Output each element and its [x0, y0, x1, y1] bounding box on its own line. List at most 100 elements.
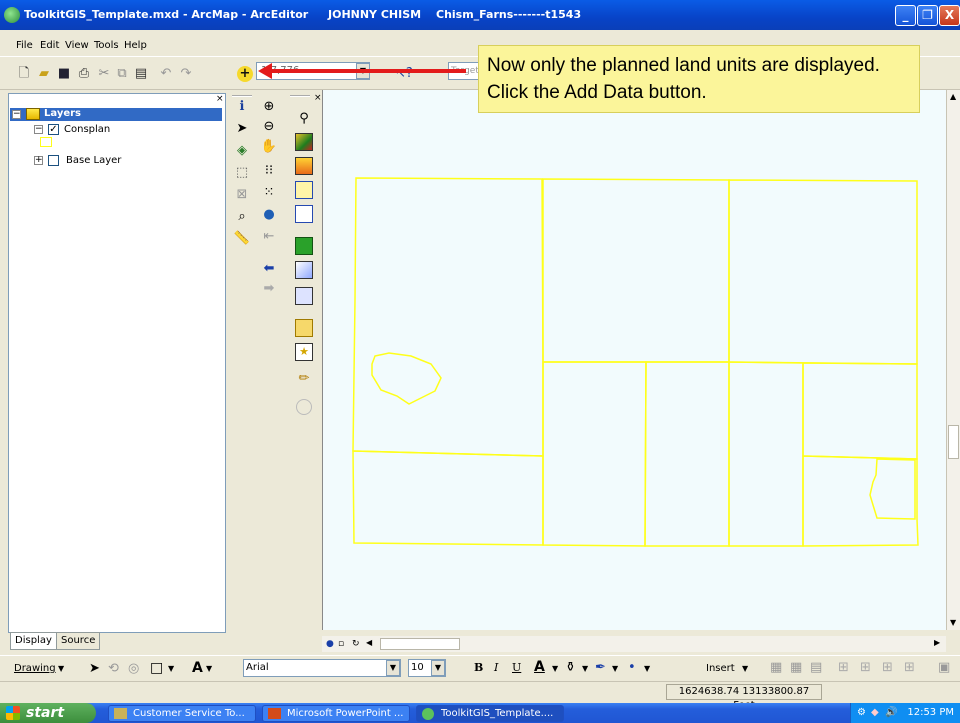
base-layer-checkbox[interactable]: [48, 155, 59, 166]
magnifier-icon[interactable]: ⚲: [294, 109, 314, 129]
pencil-icon[interactable]: ✏: [294, 369, 314, 389]
select-by-graphics-icon[interactable]: ⬚: [232, 163, 252, 183]
text-tool-icon[interactable]: A: [192, 660, 203, 676]
menu-file[interactable]: File: [16, 40, 33, 51]
line-color-icon[interactable]: ✒: [595, 660, 606, 675]
scroll-left-icon[interactable]: ◀: [366, 638, 372, 647]
georeference-icon[interactable]: [295, 261, 313, 279]
select-elements-small-icon[interactable]: ➤: [89, 661, 100, 676]
rectangle-icon[interactable]: □: [150, 660, 163, 676]
font-color-icon[interactable]: A: [534, 659, 545, 675]
network-icon[interactable]: ⚙: [857, 703, 866, 723]
data-frame-icon[interactable]: [295, 205, 313, 223]
layers-root-label[interactable]: Layers: [44, 108, 81, 119]
layers-collapse-icon[interactable]: −: [12, 110, 21, 119]
toolbar-close-icon[interactable]: ×: [314, 93, 322, 103]
copy-icon[interactable]: ⧉: [114, 66, 130, 82]
layout-view-icon[interactable]: [295, 181, 313, 199]
fixed-zoom-in-icon[interactable]: ⁝⁝: [259, 161, 279, 181]
rectangle-dropdown-icon[interactable]: ▼: [168, 664, 174, 673]
scroll-down-icon[interactable]: ▼: [950, 618, 956, 627]
full-extent-icon[interactable]: ●: [259, 205, 279, 225]
taskbar-item-customer-service[interactable]: Customer Service To...: [108, 705, 256, 722]
table-icon[interactable]: [295, 319, 313, 337]
font-name-select[interactable]: Arial: [243, 659, 401, 677]
layout-view-small-icon[interactable]: ▫: [338, 639, 344, 649]
map-horizontal-scrollbar[interactable]: ● ▫ ↻ ◀ ▶: [322, 636, 946, 652]
consplan-symbol-swatch[interactable]: [40, 137, 52, 147]
clear-selection-icon[interactable]: ⊠: [232, 185, 252, 205]
data-view-icon[interactable]: ●: [326, 639, 334, 649]
start-button[interactable]: start: [0, 703, 96, 723]
tab-display[interactable]: Display: [10, 632, 57, 650]
scroll-up-icon[interactable]: ▲: [950, 92, 956, 101]
font-size-dropdown-button[interactable]: ▼: [431, 660, 445, 676]
font-name-dropdown-button[interactable]: ▼: [386, 660, 400, 676]
drawing-dropdown-icon[interactable]: ▼: [58, 664, 64, 673]
pan-icon[interactable]: ✋: [259, 137, 279, 157]
previous-extent-icon[interactable]: ⬅: [259, 259, 279, 279]
underline-button[interactable]: U: [512, 661, 521, 674]
zoom-out-icon[interactable]: ⊖: [259, 117, 279, 137]
map-display[interactable]: [322, 90, 946, 630]
cut-icon[interactable]: ✂: [96, 66, 112, 82]
print-icon[interactable]: ⎙: [76, 66, 92, 82]
text-dropdown-icon[interactable]: ▼: [206, 664, 212, 673]
save-icon[interactable]: ■: [56, 66, 72, 82]
consplan-layer-label[interactable]: Consplan: [64, 124, 110, 135]
base-layer-label[interactable]: Base Layer: [66, 155, 121, 166]
italic-button[interactable]: I: [494, 661, 498, 674]
zoom-in-icon[interactable]: ⊕: [259, 97, 279, 117]
line-color-dropdown-icon[interactable]: ▼: [612, 664, 618, 673]
open-icon[interactable]: ▰: [36, 66, 52, 82]
next-extent-icon[interactable]: ➡: [259, 279, 279, 299]
minimize-button[interactable]: _: [895, 5, 916, 26]
bold-button[interactable]: B: [474, 661, 483, 674]
select-features-icon[interactable]: ◈: [232, 141, 252, 161]
undo-icon[interactable]: ↶: [158, 66, 174, 82]
font-color-dropdown-icon[interactable]: ▼: [552, 664, 558, 673]
volume-icon[interactable]: 🔊: [885, 703, 897, 723]
scroll-right-icon[interactable]: ▶: [934, 638, 940, 647]
select-elements-icon[interactable]: ➤: [232, 119, 252, 139]
insert-dropdown-icon[interactable]: ▼: [742, 664, 748, 673]
measure-icon[interactable]: 📏: [232, 229, 252, 249]
fixed-zoom-out-icon[interactable]: ⁙: [259, 183, 279, 203]
paste-icon[interactable]: ▤: [133, 66, 149, 82]
zoom-whole-page-icon[interactable]: ◎: [128, 661, 139, 676]
maximize-button[interactable]: ❐: [917, 5, 938, 26]
go-back-extent-icon[interactable]: ⇤: [259, 227, 279, 247]
rotate-icon[interactable]: ⟲: [108, 661, 119, 676]
add-data-button[interactable]: +: [237, 66, 253, 82]
menu-tools[interactable]: Tools: [94, 40, 119, 51]
horizontal-scroll-thumb[interactable]: [380, 638, 460, 650]
redo-icon[interactable]: ↷: [178, 66, 194, 82]
base-layer-expand-icon[interactable]: +: [34, 156, 43, 165]
consplan-collapse-icon[interactable]: −: [34, 125, 43, 134]
hyperlink-icon[interactable]: [295, 157, 313, 175]
consplan-checkbox[interactable]: ✓: [48, 124, 59, 135]
favorites-icon[interactable]: ★: [295, 343, 313, 361]
marker-color-dropdown-icon[interactable]: ▼: [644, 664, 650, 673]
query-icon[interactable]: [295, 287, 313, 305]
identify-icon[interactable]: ℹ: [232, 97, 252, 117]
drawing-menu[interactable]: Drawing: [14, 663, 56, 674]
marker-color-icon[interactable]: •: [628, 660, 636, 675]
tab-source[interactable]: Source: [56, 632, 101, 650]
taskbar-item-toolkitgis[interactable]: ToolkitGIS_Template....: [416, 705, 564, 722]
fill-color-icon[interactable]: ⚱: [565, 660, 576, 675]
map-vertical-scrollbar[interactable]: ▲ ▼: [946, 90, 960, 630]
close-button[interactable]: X: [939, 5, 960, 26]
menu-help[interactable]: Help: [124, 40, 147, 51]
vertical-scroll-thumb[interactable]: [948, 425, 959, 459]
find-icon[interactable]: ⌕: [232, 207, 252, 227]
toc-close-icon[interactable]: ×: [216, 94, 224, 104]
menu-edit[interactable]: Edit: [40, 40, 59, 51]
editor-icon[interactable]: [295, 237, 313, 255]
fill-color-dropdown-icon[interactable]: ▼: [582, 664, 588, 673]
menu-view[interactable]: View: [65, 40, 89, 51]
insert-menu[interactable]: Insert: [706, 663, 735, 674]
antivirus-icon[interactable]: ◆: [871, 703, 879, 723]
catalog-icon[interactable]: [295, 133, 313, 151]
refresh-icon[interactable]: ↻: [352, 639, 360, 649]
